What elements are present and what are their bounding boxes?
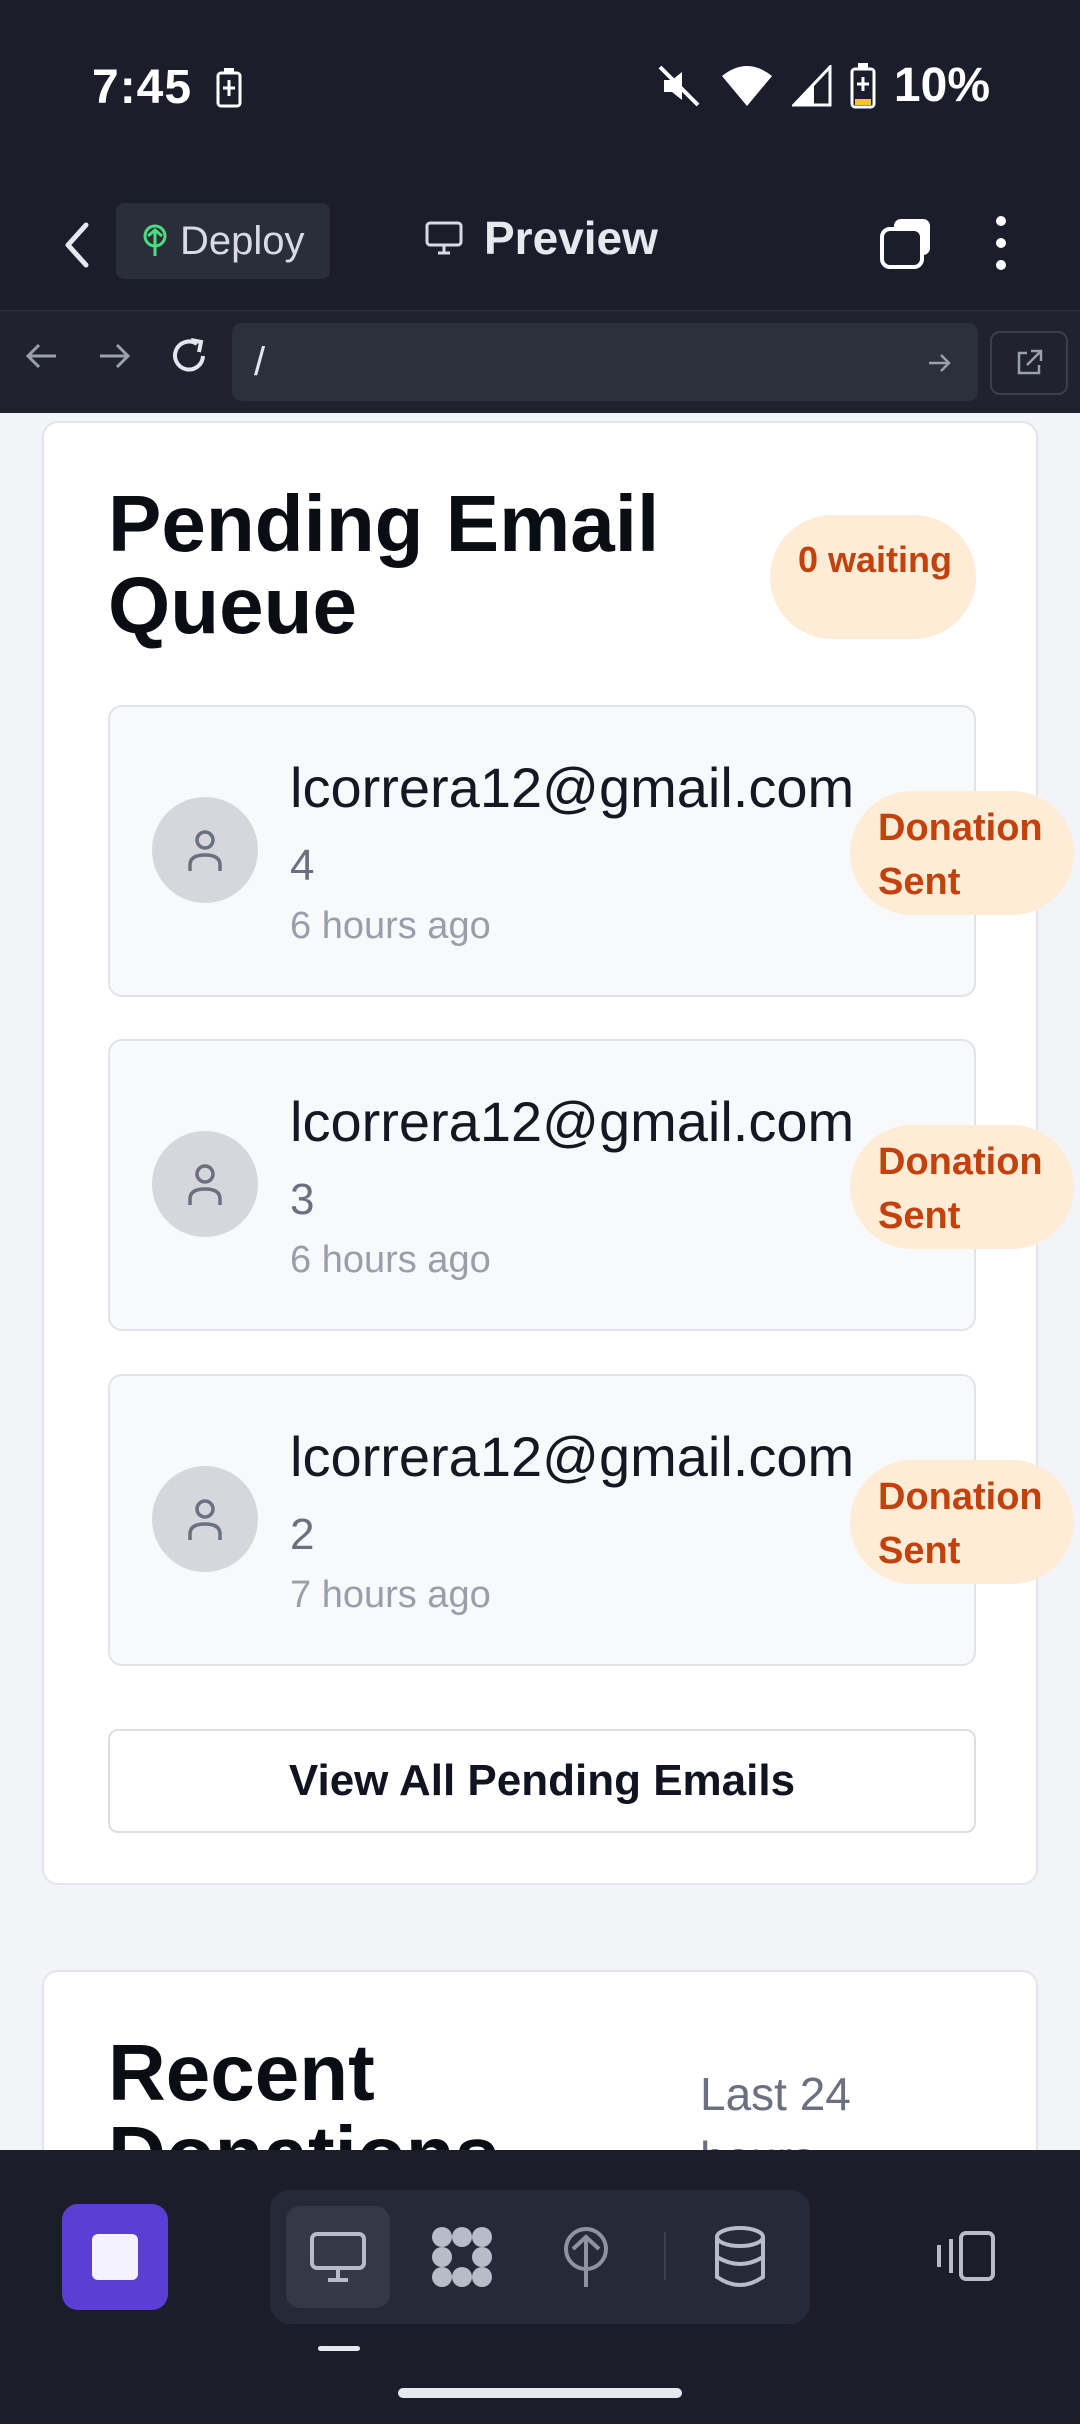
- nav-forward-button[interactable]: [92, 333, 138, 379]
- nav-back-button[interactable]: [18, 333, 64, 379]
- donations-title: Recent Donations: [108, 2028, 499, 2151]
- url-bar: /: [0, 310, 1080, 413]
- refresh-icon: [173, 338, 205, 372]
- reload-button[interactable]: [166, 333, 212, 379]
- email-time: 7 hours ago: [290, 1574, 491, 1616]
- email-item[interactable]: lcorrera12@gmail.com 4 6 hours ago Donat…: [108, 705, 1074, 997]
- tabs-icon[interactable]: [878, 215, 934, 271]
- email-count: 3: [290, 1175, 315, 1224]
- avatar: [152, 1466, 258, 1572]
- deploy-label: Deploy: [180, 218, 305, 263]
- recent-donations-card: Recent Donations Last 24 hours: [42, 1970, 1038, 2150]
- more-vertical-icon[interactable]: [986, 211, 1016, 275]
- waiting-badge: 0 waiting: [770, 515, 976, 639]
- email-count: 4: [290, 841, 315, 890]
- arrow-left-icon: [25, 343, 56, 369]
- status-time: 7:45: [92, 61, 193, 114]
- status-badge: Donation Sent: [850, 1125, 1074, 1249]
- signal-icon: [791, 64, 832, 106]
- back-button[interactable]: [52, 215, 102, 275]
- stop-button[interactable]: [62, 2204, 168, 2310]
- database-icon: [715, 2226, 765, 2287]
- email-time: 6 hours ago: [290, 905, 491, 947]
- go-button[interactable]: [920, 343, 960, 383]
- email-item[interactable]: lcorrera12@gmail.com 3 6 hours ago Donat…: [108, 1039, 1074, 1331]
- user-icon: [188, 830, 222, 871]
- stop-icon: [92, 2234, 138, 2280]
- url-path: /: [254, 339, 266, 384]
- open-external-button[interactable]: [990, 331, 1068, 395]
- preview-label: Preview: [484, 212, 658, 264]
- external-link-icon: [1017, 349, 1043, 375]
- donations-subtitle: Last 24 hours: [700, 2068, 851, 2150]
- email-time: 6 hours ago: [290, 1239, 491, 1281]
- email-count: 2: [290, 1510, 315, 1559]
- deploy-button[interactable]: Deploy: [116, 203, 330, 279]
- tool-workflows[interactable]: [410, 2206, 514, 2308]
- email-address: lcorrera12@gmail.com: [290, 756, 855, 819]
- panel-toggle-button[interactable]: [930, 2208, 1000, 2304]
- monitor-icon: [425, 221, 463, 255]
- wifi-icon: [721, 65, 772, 106]
- queue-title: Pending Email Queue: [108, 479, 660, 650]
- deploy-icon: [564, 2227, 608, 2287]
- user-icon: [188, 1164, 222, 1205]
- url-input[interactable]: /: [232, 323, 978, 401]
- status-badge: Donation Sent: [850, 791, 1074, 915]
- workflow-icon: [432, 2227, 492, 2287]
- monitor-icon: [310, 2232, 366, 2282]
- mute-icon: [658, 65, 700, 106]
- panel-layout-icon: [937, 2231, 995, 2281]
- chevron-left-icon: [65, 222, 89, 268]
- email-item[interactable]: lcorrera12@gmail.com 2 7 hours ago Donat…: [108, 1374, 1074, 1666]
- pending-email-queue-card: Pending Email Queue 0 waiting lcorrera12…: [42, 421, 1074, 1885]
- app-header: Deploy Preview: [0, 175, 1080, 310]
- bottom-toolbar: [0, 2150, 1080, 2424]
- avatar: [152, 1131, 258, 1237]
- tool-separator: [664, 2232, 666, 2280]
- battery-percent: 10%: [893, 59, 990, 112]
- email-address: lcorrera12@gmail.com: [290, 1090, 855, 1153]
- status-bar: 7:45 10%: [0, 0, 1080, 175]
- tool-deploy[interactable]: [534, 2206, 638, 2308]
- tool-group: [270, 2190, 810, 2324]
- avatar: [152, 797, 258, 903]
- deploy-icon: [143, 224, 167, 256]
- page-content: Pending Email Queue 0 waiting lcorrera12…: [0, 413, 1080, 2150]
- active-tool-indicator: [318, 2346, 360, 2351]
- arrow-right-icon: [929, 354, 951, 372]
- home-indicator: [398, 2388, 682, 2398]
- tool-database[interactable]: [688, 2206, 792, 2308]
- status-badge: Donation Sent: [850, 1460, 1074, 1584]
- email-address: lcorrera12@gmail.com: [290, 1425, 855, 1488]
- user-icon: [188, 1499, 222, 1540]
- battery-charging-icon: [216, 68, 242, 108]
- tool-preview[interactable]: [286, 2206, 390, 2308]
- battery-icon: [850, 62, 876, 108]
- preview-title: Preview: [424, 211, 658, 265]
- arrow-right-icon: [100, 343, 131, 369]
- view-all-pending-button[interactable]: View All Pending Emails: [108, 1729, 976, 1833]
